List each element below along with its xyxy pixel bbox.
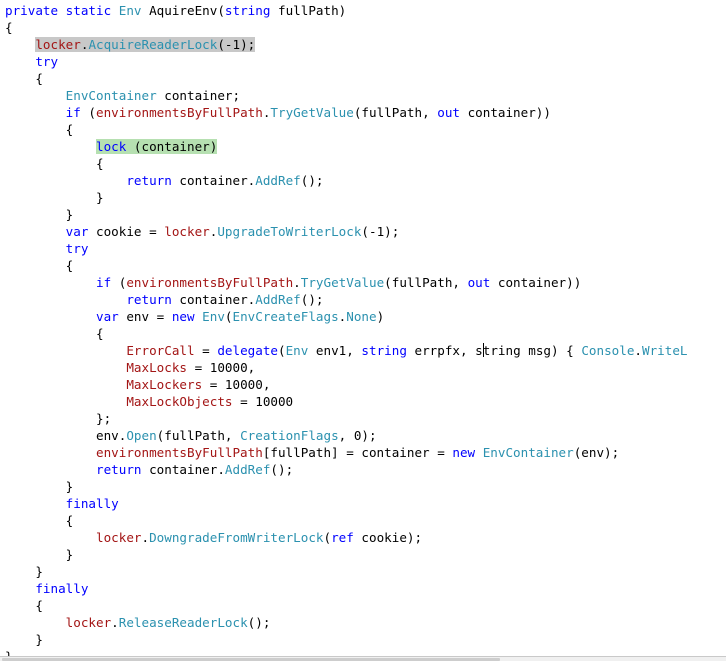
code-line[interactable]: locker.AcquireReaderLock(-1); xyxy=(5,36,688,53)
code-line[interactable]: } xyxy=(5,631,688,648)
code-line[interactable]: MaxLockObjects = 10000 xyxy=(5,393,688,410)
code-line[interactable]: env.Open(fullPath, CreationFlags, 0); xyxy=(5,427,688,444)
highlighted-span: locker.AcquireReaderLock(-1); xyxy=(35,37,256,52)
highlighted-span: lock (container) xyxy=(96,139,218,154)
code-line[interactable]: try xyxy=(5,240,688,257)
code-line[interactable]: } xyxy=(5,546,688,563)
code-text-area[interactable]: private static Env AquireEnv(string full… xyxy=(5,2,688,661)
code-line[interactable]: try xyxy=(5,53,688,70)
code-editor[interactable]: private static Env AquireEnv(string full… xyxy=(0,0,726,661)
code-line[interactable]: EnvContainer container; xyxy=(5,87,688,104)
code-line[interactable]: } xyxy=(5,478,688,495)
code-line[interactable]: return container.AddRef(); xyxy=(5,172,688,189)
code-line[interactable]: { xyxy=(5,121,688,138)
code-line[interactable]: } xyxy=(5,206,688,223)
code-line[interactable]: locker.DowngradeFromWriterLock(ref cooki… xyxy=(5,529,688,546)
code-line[interactable]: ErrorCall = delegate(Env env1, string er… xyxy=(5,342,688,359)
code-line[interactable]: { xyxy=(5,19,688,36)
code-line[interactable]: } xyxy=(5,563,688,580)
code-line[interactable]: lock (container) xyxy=(5,138,688,155)
code-line[interactable]: { xyxy=(5,70,688,87)
code-line[interactable]: return container.AddRef(); xyxy=(5,461,688,478)
horizontal-scrollbar[interactable] xyxy=(0,656,726,661)
code-line[interactable]: finally xyxy=(5,580,688,597)
text-caret xyxy=(482,343,484,357)
code-line[interactable]: if (environmentsByFullPath.TryGetValue(f… xyxy=(5,274,688,291)
code-line[interactable]: if (environmentsByFullPath.TryGetValue(f… xyxy=(5,104,688,121)
code-line[interactable]: } xyxy=(5,189,688,206)
code-line[interactable]: }; xyxy=(5,410,688,427)
code-line[interactable]: { xyxy=(5,512,688,529)
code-line[interactable]: { xyxy=(5,325,688,342)
code-line[interactable]: environmentsByFullPath[fullPath] = conta… xyxy=(5,444,688,461)
code-line[interactable]: MaxLockers = 10000, xyxy=(5,376,688,393)
code-line[interactable]: var cookie = locker.UpgradeToWriterLock(… xyxy=(5,223,688,240)
code-line[interactable]: MaxLocks = 10000, xyxy=(5,359,688,376)
code-line[interactable]: { xyxy=(5,257,688,274)
code-line[interactable]: finally xyxy=(5,495,688,512)
code-line[interactable]: { xyxy=(5,155,688,172)
code-line[interactable]: private static Env AquireEnv(string full… xyxy=(5,2,688,19)
code-line[interactable]: { xyxy=(5,597,688,614)
code-line[interactable]: locker.ReleaseReaderLock(); xyxy=(5,614,688,631)
code-line[interactable]: return container.AddRef(); xyxy=(5,291,688,308)
code-line[interactable]: var env = new Env(EnvCreateFlags.None) xyxy=(5,308,688,325)
